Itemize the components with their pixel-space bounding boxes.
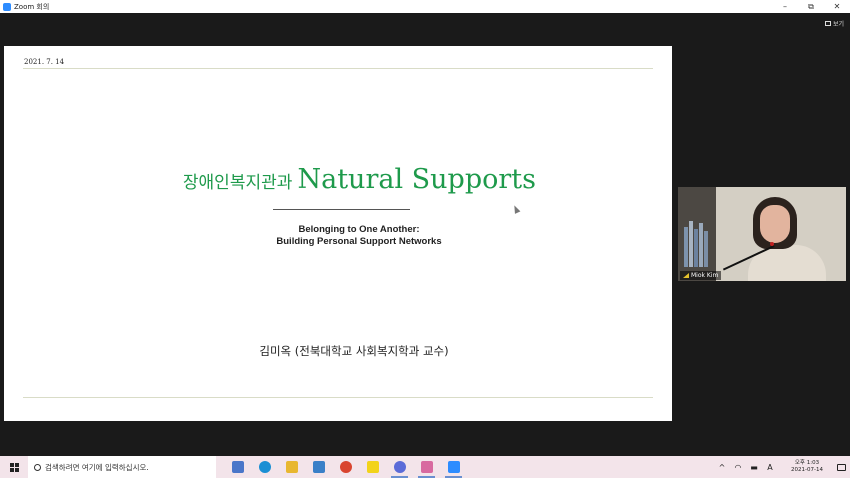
notification-icon (836, 463, 846, 471)
slide-date: 2021. 7. 14 (24, 58, 65, 66)
slide-top-divider (23, 68, 653, 69)
participant-face (760, 205, 790, 243)
slide-title-underline (273, 209, 410, 210)
search-icon (34, 463, 41, 471)
slide-author: 김미옥 (전북대학교 사회복지학과 교수) (259, 344, 449, 358)
windows-logo-icon (9, 462, 19, 472)
title-bar: Zoom 회의 – ⧉ ✕ (0, 0, 850, 13)
taskbar-app-edge[interactable] (251, 456, 278, 478)
network-icon[interactable]: ◠ (730, 463, 746, 472)
taskbar-app-zoom[interactable] (440, 456, 467, 478)
taskbar-clock[interactable]: 오후 1:03 2021-07-14 (782, 460, 832, 474)
start-button[interactable] (0, 456, 28, 478)
taskbar-app-kakaotalk[interactable] (359, 456, 386, 478)
task-view-icon (231, 461, 244, 473)
slide-title: 장애인복지관과 Natural Supports (4, 164, 536, 195)
store-icon (312, 461, 325, 473)
taskbar-apps (224, 456, 467, 478)
clock-time: 오후 1:03 (794, 460, 820, 466)
slide-title-english: Natural Supports (297, 164, 536, 195)
slide-subtitle-line2: Building Personal Support Networks (276, 236, 442, 247)
gallery-view-icon (824, 20, 831, 26)
slide-subtitle-line1: Belonging to One Another: (298, 224, 420, 235)
microphone-icon (770, 242, 774, 246)
mouse-cursor-icon (511, 204, 521, 214)
view-button-label: 보기 (832, 20, 844, 28)
search-placeholder: 검색하려면 여기에 입력하십시오. (45, 462, 149, 472)
participant-name-tag: Miok Kim (680, 271, 722, 280)
slide-title-korean: 장애인복지관과 (182, 173, 293, 193)
slide-bottom-divider (23, 397, 653, 398)
file-explorer-icon (285, 461, 298, 473)
minimize-button[interactable]: – (772, 0, 798, 13)
taskbar-app-app[interactable] (386, 456, 413, 478)
taskbar-app-task-view[interactable] (224, 456, 251, 478)
edge-icon (258, 461, 271, 473)
taskbar-search[interactable]: 검색하려면 여기에 입력하십시오. (28, 456, 216, 478)
taskbar-app-store[interactable] (305, 456, 332, 478)
slide-subtitle: Belonging to One Another: Building Perso… (174, 224, 544, 248)
system-tray: ^ ◠ ▬ A 오후 1:03 2021-07-14 (714, 456, 850, 478)
zoom-app-icon (3, 2, 11, 11)
windows-taskbar: 검색하려면 여기에 입력하십시오. ^ ◠ ▬ A 오후 1:03 2021-0… (0, 456, 850, 478)
taskbar-app-file-explorer[interactable] (278, 456, 305, 478)
taskbar-app-chrome[interactable] (332, 456, 359, 478)
participant-name: Miok Kim (691, 272, 719, 279)
clock-date: 2021-07-14 (791, 467, 823, 473)
flower-app-icon (420, 461, 433, 473)
shared-slide: 2021. 7. 14 장애인복지관과 Natural Supports Bel… (4, 46, 672, 421)
app-icon (393, 461, 406, 473)
restore-button[interactable]: ⧉ (798, 0, 824, 13)
participant-video[interactable]: Miok Kim (678, 187, 846, 281)
close-button[interactable]: ✕ (824, 0, 850, 13)
kakaotalk-icon (366, 461, 379, 473)
notification-center-button[interactable] (832, 463, 850, 471)
input-method-indicator[interactable]: A (762, 463, 778, 472)
show-hidden-icons-chevron-icon[interactable]: ^ (714, 463, 730, 472)
taskbar-app-flower-app[interactable] (413, 456, 440, 478)
window-title: Zoom 회의 (14, 2, 50, 11)
view-button[interactable]: 보기 (824, 17, 844, 29)
chrome-icon (339, 461, 352, 473)
zoom-icon (447, 461, 460, 473)
signal-strength-icon (683, 273, 689, 278)
battery-icon[interactable]: ▬ (746, 463, 762, 472)
